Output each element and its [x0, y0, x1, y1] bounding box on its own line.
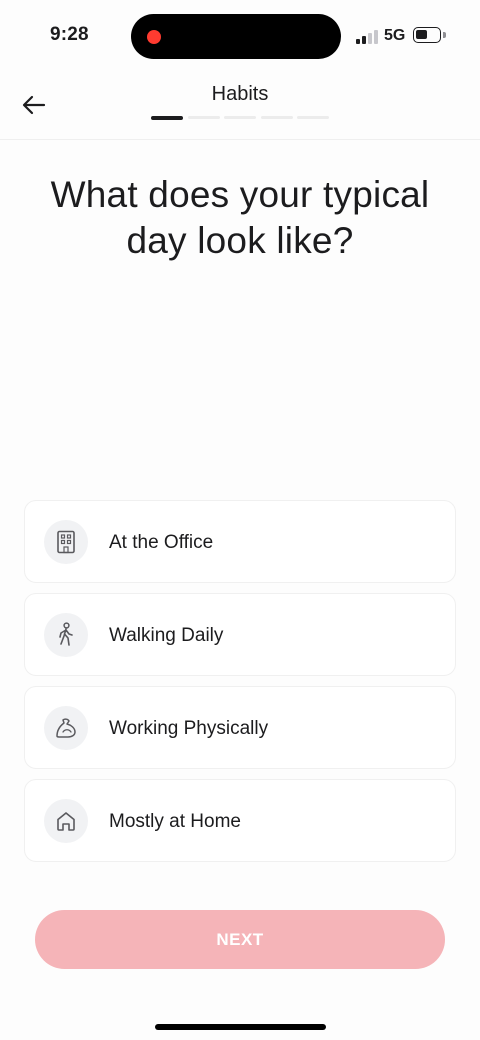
network-type: 5G	[384, 27, 406, 44]
step-progress-indicator	[151, 116, 329, 120]
cellular-signal-icon	[356, 28, 378, 44]
flexed-arm-icon	[44, 706, 88, 750]
recording-indicator-icon	[147, 30, 161, 44]
progress-step-5	[297, 116, 329, 119]
home-icon	[44, 799, 88, 843]
walking-person-icon	[44, 613, 88, 657]
battery-tip	[443, 32, 446, 38]
status-time: 9:28	[50, 24, 89, 45]
question-line-1: What does your typical	[50, 174, 430, 215]
battery-level-fill	[416, 30, 428, 39]
dynamic-island	[131, 14, 341, 59]
option-label: Walking Daily	[109, 625, 224, 646]
progress-step-4	[260, 116, 293, 119]
header: Habits	[0, 72, 480, 140]
header-title: Habits	[211, 83, 269, 105]
options-list: At the Office Walking Daily Working Phys…	[24, 500, 456, 872]
option-label: At the Office	[109, 532, 214, 553]
screen: 9:28 5G Habits What does your typical da…	[0, 0, 480, 1040]
option-walking-daily[interactable]: Walking Daily	[24, 593, 456, 676]
next-button[interactable]: NEXT	[35, 910, 445, 969]
option-at-the-office[interactable]: At the Office	[24, 500, 456, 583]
battery-icon	[413, 27, 441, 43]
option-label: Working Physically	[109, 718, 269, 739]
question-heading: What does your typical day look like?	[20, 172, 460, 264]
progress-step-2	[187, 116, 220, 119]
office-building-icon	[44, 520, 88, 564]
option-working-physically[interactable]: Working Physically	[24, 686, 456, 769]
progress-step-3	[224, 116, 256, 119]
question-line-2: day look like?	[126, 220, 354, 261]
home-indicator[interactable]	[155, 1024, 326, 1030]
option-label: Mostly at Home	[109, 811, 241, 832]
status-bar: 9:28 5G	[0, 0, 480, 72]
progress-step-1	[151, 116, 183, 120]
option-mostly-at-home[interactable]: Mostly at Home	[24, 779, 456, 862]
